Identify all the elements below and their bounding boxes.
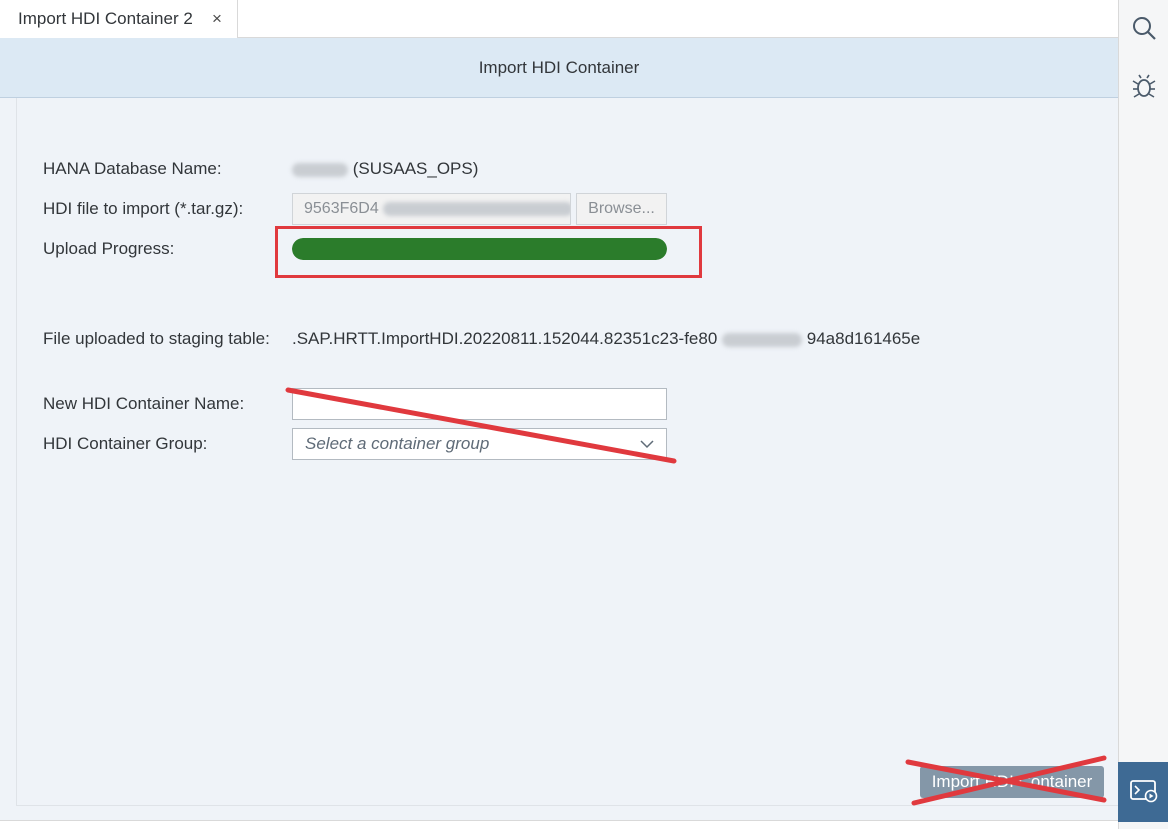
panel-header: Import HDI Container — [0, 38, 1118, 98]
staging-text-start: .SAP.HRTT.ImportHDI.20220811.152044. — [292, 329, 604, 348]
panel-title: Import HDI Container — [478, 57, 640, 77]
right-icon-rail — [1118, 0, 1168, 829]
file-name-text: 9563F6D4 — [304, 200, 379, 217]
container-group-select[interactable]: Select a container group — [292, 428, 667, 460]
db-name-label: HANA Database Name: — [43, 159, 222, 178]
staging-text-end: 94a8d161465e — [806, 329, 921, 348]
progress-label: Upload Progress: — [43, 239, 175, 258]
redacted-text — [383, 201, 570, 216]
search-icon[interactable] — [1130, 14, 1158, 42]
run-console-icon — [1130, 780, 1158, 803]
staging-table-value: .SAP.HRTT.ImportHDI.20220811.152044.8235… — [292, 329, 920, 349]
container-group-placeholder: Select a container group — [305, 434, 490, 453]
container-name-input[interactable] — [292, 388, 667, 420]
app-window: Import HDI Container 2 × Import HDI Cont… — [0, 0, 1168, 829]
browse-button[interactable]: Browse... — [576, 193, 667, 225]
container-group-label: HDI Container Group: — [43, 434, 208, 453]
tab-import-hdi-container[interactable]: Import HDI Container 2 × — [0, 0, 238, 38]
file-label: HDI file to import (*.tar.gz): — [43, 199, 244, 218]
tab-bar: Import HDI Container 2 × — [0, 0, 1118, 38]
db-name-value: (SUSAAS_OPS) — [292, 159, 478, 179]
file-input[interactable]: 9563F6D4 .. — [292, 193, 571, 225]
redacted-text — [292, 162, 348, 177]
tab-title: Import HDI Container 2 — [18, 9, 193, 28]
staging-text-mid: 82351c23-fe80 — [603, 329, 718, 348]
chevron-down-icon — [640, 440, 654, 449]
container-name-label: New HDI Container Name: — [43, 394, 245, 413]
redacted-text — [722, 332, 803, 347]
import-hdi-container-button[interactable]: Import HDI Container — [920, 766, 1104, 798]
annotation-highlight-box — [275, 226, 702, 278]
db-schema-text: (SUSAAS_OPS) — [352, 159, 479, 178]
run-console-button[interactable] — [1118, 762, 1168, 822]
staging-label: File uploaded to staging table: — [43, 329, 270, 348]
close-icon[interactable]: × — [208, 9, 226, 29]
bottom-border — [0, 820, 1118, 829]
debug-bug-icon[interactable] — [1130, 72, 1158, 100]
